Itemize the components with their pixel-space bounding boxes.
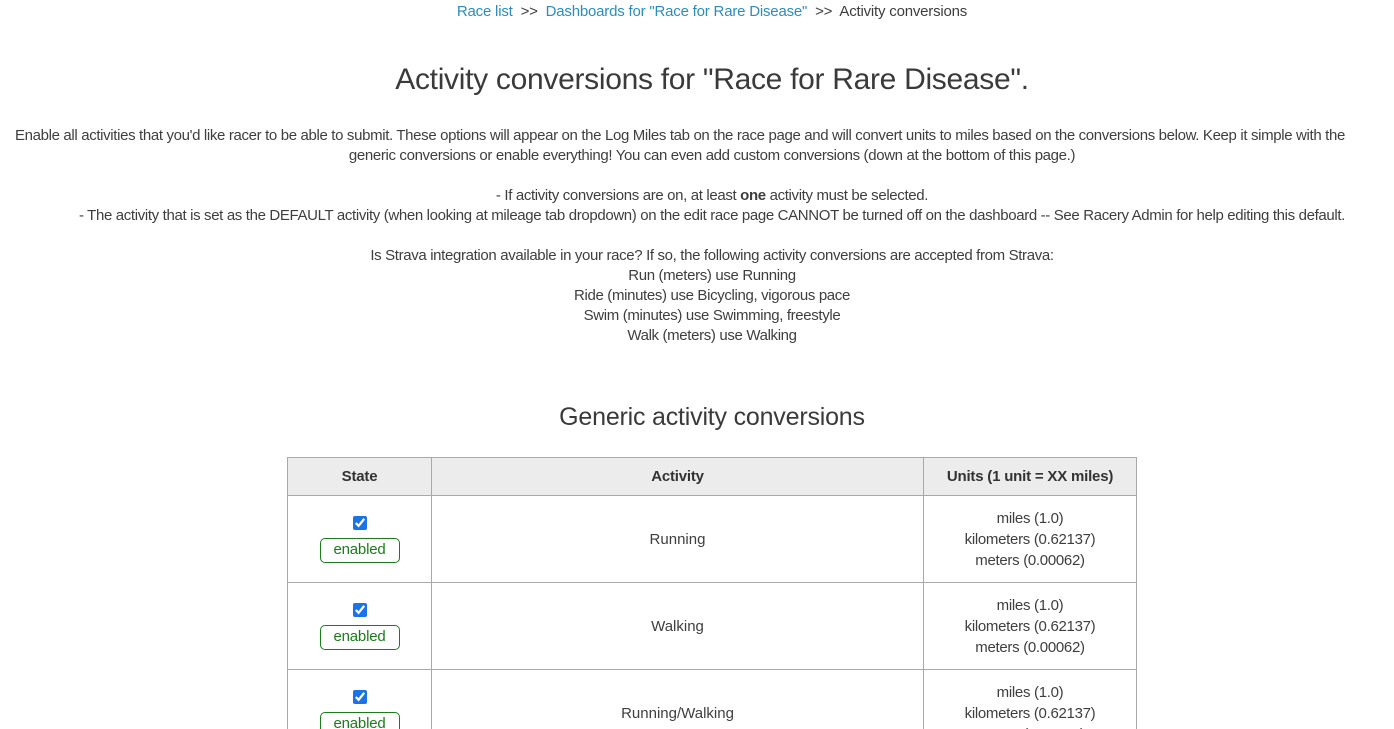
unit-conversions: miles (1.0) kilometers (0.62137) meters … <box>924 496 1137 583</box>
strava-info: Is Strava integration available in your … <box>0 246 1394 346</box>
unit-conversions: miles (1.0) kilometers (0.62137) meters … <box>924 670 1137 729</box>
unit-line: miles (1.0) <box>925 595 1135 616</box>
rule-min-one-activity: - If activity conversions are on, at lea… <box>0 186 1394 206</box>
strava-conversion-ride: Ride (minutes) use Bicycling, vigorous p… <box>0 286 1394 306</box>
activity-enabled-checkbox[interactable] <box>353 690 367 704</box>
breadcrumb-separator: >> <box>815 3 832 20</box>
activity-name: Running <box>432 496 924 583</box>
strava-conversion-swim: Swim (minutes) use Swimming, freestyle <box>0 306 1394 326</box>
intro-line-1: Enable all activities that you'd like ra… <box>0 126 1394 146</box>
unit-line: kilometers (0.62137) <box>925 703 1135 724</box>
unit-line: kilometers (0.62137) <box>925 529 1135 550</box>
unit-line: meters (0.00062) <box>925 724 1135 729</box>
breadcrumb-link-dashboards[interactable]: Dashboards for "Race for Rare Disease" <box>546 3 808 20</box>
strava-conversion-run: Run (meters) use Running <box>0 266 1394 286</box>
rule-default-activity: - The activity that is set as the DEFAUL… <box>0 206 1394 226</box>
table-header-row: State Activity Units (1 unit = XX miles) <box>288 458 1137 496</box>
strava-intro-line: Is Strava integration available in your … <box>0 246 1394 266</box>
column-header-units: Units (1 unit = XX miles) <box>924 458 1137 496</box>
rule-text: - If activity conversions are on, at lea… <box>496 187 740 204</box>
table-row: enabled Running/Walking miles (1.0) kilo… <box>288 670 1137 729</box>
enabled-badge[interactable]: enabled <box>320 625 400 650</box>
activity-enabled-checkbox[interactable] <box>353 516 367 530</box>
page: Race list >> Dashboards for "Race for Ra… <box>0 0 1394 729</box>
activity-conversions-table: State Activity Units (1 unit = XX miles)… <box>287 457 1137 729</box>
unit-conversions: miles (1.0) kilometers (0.62137) meters … <box>924 583 1137 670</box>
section-heading-generic-conversions: Generic activity conversions <box>0 402 1394 432</box>
unit-line: meters (0.00062) <box>925 637 1135 658</box>
activity-name: Running/Walking <box>432 670 924 729</box>
enabled-badge[interactable]: enabled <box>320 538 400 563</box>
column-header-state: State <box>288 458 432 496</box>
browser-viewport: Race list >> Dashboards for "Race for Ra… <box>0 0 1394 729</box>
state-cell: enabled <box>288 583 432 670</box>
unit-line: kilometers (0.62137) <box>925 616 1135 637</box>
table-row: enabled Running miles (1.0) kilometers (… <box>288 496 1137 583</box>
column-header-activity: Activity <box>432 458 924 496</box>
rule-text: activity must be selected. <box>766 187 928 204</box>
breadcrumb-link-race-list[interactable]: Race list <box>457 3 513 20</box>
intro-paragraph: Enable all activities that you'd like ra… <box>0 126 1394 166</box>
state-cell: enabled <box>288 670 432 729</box>
activity-name: Walking <box>432 583 924 670</box>
unit-line: miles (1.0) <box>925 508 1135 529</box>
activity-enabled-checkbox[interactable] <box>353 603 367 617</box>
state-cell: enabled <box>288 496 432 583</box>
unit-line: miles (1.0) <box>925 682 1135 703</box>
breadcrumb-current: Activity conversions <box>839 3 967 20</box>
strava-conversion-walk: Walk (meters) use Walking <box>0 326 1394 346</box>
rules-paragraph: - If activity conversions are on, at lea… <box>0 186 1394 226</box>
rule-bold-one: one <box>740 187 766 204</box>
page-title: Activity conversions for "Race for Rare … <box>0 61 1394 99</box>
table-row: enabled Walking miles (1.0) kilometers (… <box>288 583 1137 670</box>
unit-line: meters (0.00062) <box>925 550 1135 571</box>
enabled-badge[interactable]: enabled <box>320 712 400 729</box>
intro-line-2: generic conversions or enable everything… <box>0 146 1394 166</box>
breadcrumb-separator: >> <box>521 3 538 20</box>
breadcrumb: Race list >> Dashboards for "Race for Ra… <box>0 0 1394 22</box>
